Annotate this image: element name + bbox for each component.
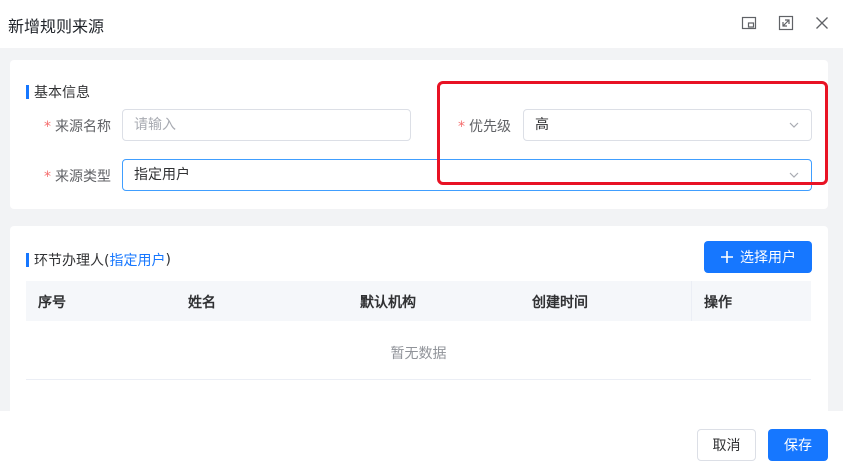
select-user-label: 选择用户	[740, 250, 796, 266]
column-header-org: 默认机构	[360, 295, 416, 311]
dialog-title: 新增规则来源	[8, 17, 105, 36]
priority-value: 高	[535, 117, 549, 133]
handlers-title-link: 指定用户	[109, 253, 166, 269]
handlers-title-prefix: 环节办理人(	[34, 253, 110, 269]
source-type-value: 指定用户	[134, 167, 190, 183]
table-header: 序号 姓名 默认机构 创建时间 操作	[26, 281, 811, 321]
source-name-label: * 来源名称	[44, 116, 111, 136]
table-empty-text: 暂无数据	[390, 346, 447, 362]
source-type-label: * 来源类型	[44, 166, 111, 186]
basic-info-title-text: 基本信息	[34, 85, 90, 101]
table-bottom-border	[26, 379, 811, 380]
required-mark: *	[458, 119, 465, 135]
priority-label: * 优先级	[458, 116, 511, 136]
column-divider	[691, 281, 692, 321]
column-header-index: 序号	[38, 295, 66, 311]
chevron-down-icon	[789, 122, 799, 128]
priority-select[interactable]: 高	[523, 109, 812, 141]
required-mark: *	[44, 119, 51, 135]
cancel-button[interactable]: 取消	[697, 429, 756, 461]
required-mark: *	[44, 169, 51, 185]
column-header-name: 姓名	[188, 295, 216, 311]
column-header-created: 创建时间	[532, 295, 588, 311]
chevron-down-icon	[789, 172, 799, 178]
fullscreen-icon[interactable]	[778, 15, 794, 31]
restore-window-icon[interactable]	[741, 15, 757, 31]
dialog-header: 新增规则来源	[0, 0, 843, 48]
close-icon[interactable]	[814, 15, 830, 31]
basic-info-title: 基本信息	[26, 82, 90, 102]
handlers-title: 环节办理人(指定用户)	[26, 250, 171, 270]
handlers-title-suffix: )	[165, 252, 171, 268]
source-type-label-text: 来源类型	[55, 169, 111, 185]
source-name-label-text: 来源名称	[55, 119, 111, 135]
priority-label-text: 优先级	[469, 119, 511, 135]
column-header-actions: 操作	[704, 295, 732, 311]
save-button[interactable]: 保存	[768, 429, 828, 461]
section-accent-bar	[26, 85, 29, 99]
select-user-button[interactable]: 选择用户	[704, 241, 812, 273]
source-type-select[interactable]: 指定用户	[122, 159, 812, 191]
dialog-footer: 取消 保存	[0, 411, 843, 467]
source-name-input[interactable]: 请输入	[122, 109, 411, 141]
section-accent-bar	[26, 253, 29, 267]
plus-icon	[721, 251, 733, 263]
